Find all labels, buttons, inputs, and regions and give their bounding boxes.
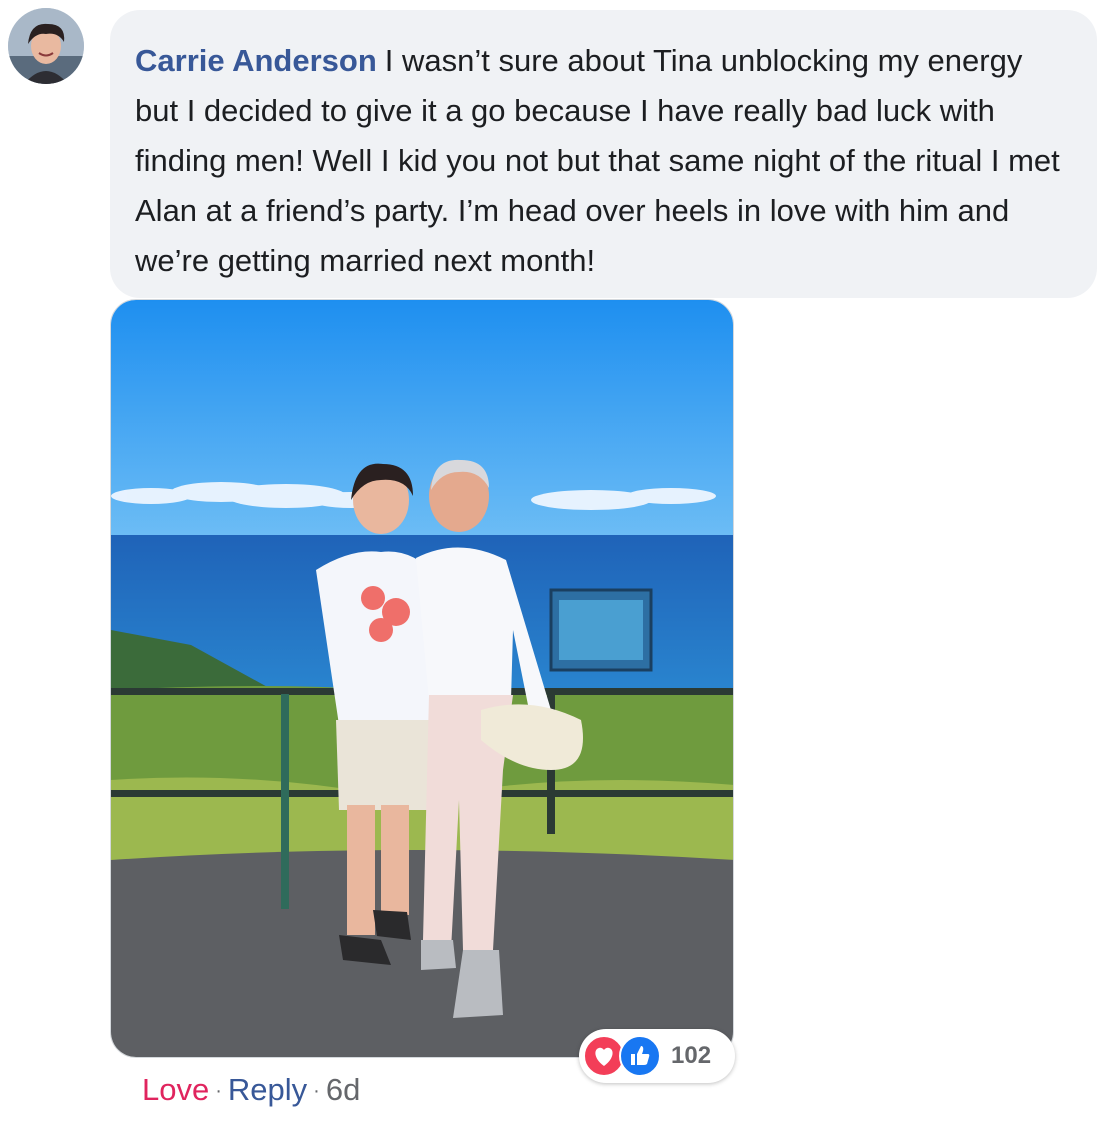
love-link[interactable]: Love [142,1072,209,1107]
profile-photo [8,8,84,84]
photo-couple-ocean-lookout [111,300,733,1057]
thumbs-up-icon [619,1035,661,1077]
timestamp[interactable]: 6d [326,1072,360,1107]
comment-text: I wasn’t sure about Tina unblocking my e… [135,43,1060,278]
avatar[interactable] [8,8,84,84]
author-name[interactable]: Carrie Anderson [135,43,377,78]
comment-actions: Love · Reply · 6d [142,1072,360,1108]
separator-dot: · [313,1080,320,1102]
reaction-summary[interactable]: 102 [579,1029,735,1083]
reaction-count: 102 [671,1042,712,1069]
attached-photo[interactable] [110,299,734,1058]
separator-dot: · [215,1080,222,1102]
comment-bubble: Carrie Anderson I wasn’t sure about Tina … [110,10,1097,298]
reply-link[interactable]: Reply [228,1072,307,1107]
